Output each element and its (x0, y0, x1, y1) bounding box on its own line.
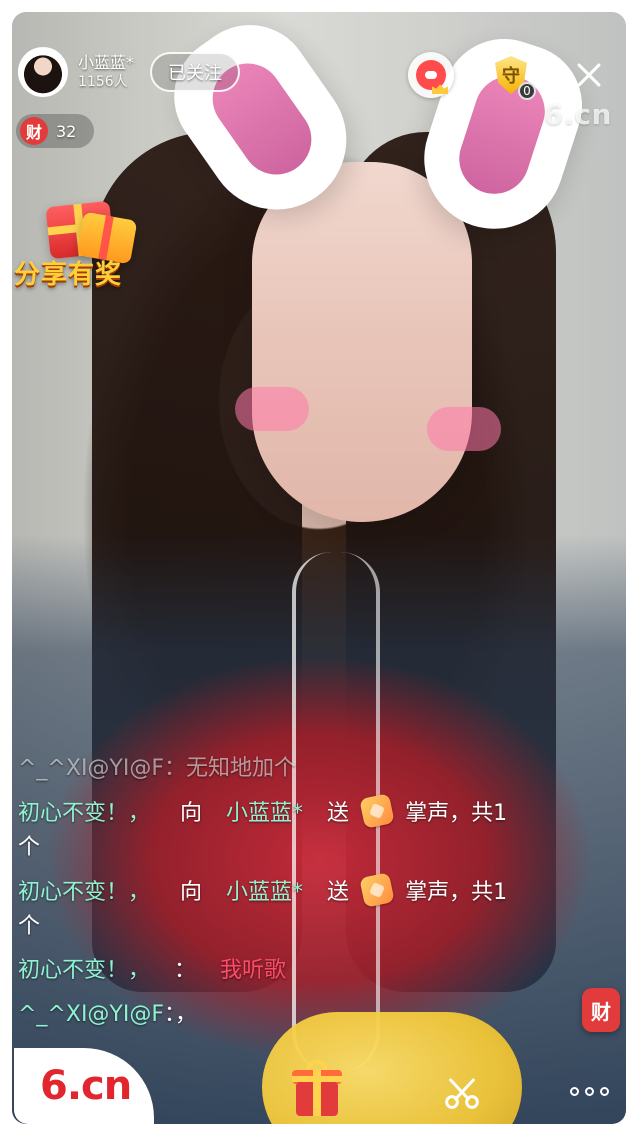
chat-action: 向 (180, 880, 203, 905)
more-button[interactable] (570, 1081, 616, 1101)
live-stream-screen: 小蓝蓝* 1156人 已关注 财 32 分享有奖 守 0 6.cn ^_^XI@… (0, 0, 638, 1136)
side-wealth-button[interactable]: 财 (582, 988, 620, 1032)
streamer-meta: 小蓝蓝* 1156人 (78, 53, 135, 90)
guard-count: 0 (518, 82, 536, 100)
close-button[interactable] (568, 54, 610, 96)
chat-gift-name: 掌声 (405, 801, 450, 826)
chat-text: 我听歌 (220, 958, 287, 983)
chat-separator: ： (174, 958, 197, 983)
scissors-button[interactable] (442, 1072, 482, 1112)
gift-button[interactable] (292, 1060, 342, 1116)
gift-ribbon-horizontal (292, 1076, 342, 1082)
blush-sticker-left (235, 387, 309, 431)
chat-gift-message: 初心不变！， 向 小蓝蓝* 送 掌声，共1 个 (18, 793, 578, 865)
chat-message: ^_^XI@YI@F：无知地加个 (18, 752, 578, 786)
chat-target: 小蓝蓝* (226, 801, 304, 826)
viewer-count: 1156人 (78, 74, 128, 90)
clap-icon (359, 793, 395, 829)
chat-message: 初心不变！， ： 我听歌 (18, 954, 578, 988)
share-reward-banner[interactable]: 分享有奖 (14, 196, 146, 294)
top-right-controls: 守 0 (408, 52, 610, 100)
chat-user: ^_^XI@YI@F (18, 756, 165, 781)
chat-action: 向 (180, 801, 203, 826)
chat-gift-tail: ，共1 (449, 880, 508, 905)
chat-text: 无知地加个 (186, 756, 297, 781)
chat-user: 初心不变！， (18, 880, 151, 905)
chat-verb: 送 (327, 880, 350, 905)
streamer-name: 小蓝蓝* (78, 53, 135, 72)
wealth-count: 32 (56, 121, 77, 141)
more-dot-icon (600, 1086, 609, 1096)
chat-separator: ： (164, 756, 187, 781)
wealth-icon: 财 (20, 117, 48, 145)
chat-user: ^_^XI@YI@F (18, 1002, 165, 1027)
chat-gift-tail: ，共1 (449, 801, 508, 826)
chat-target: 小蓝蓝* (226, 880, 304, 905)
chat-message: ^_^XI@YI@F：， (18, 998, 578, 1032)
streamer-avatar[interactable] (18, 47, 68, 97)
guard-badge[interactable]: 守 0 (488, 52, 536, 100)
chat-gift-message: 初心不变！， 向 小蓝蓝* 送 掌声，共1 个 (18, 872, 578, 944)
chat-separator: ： (164, 1002, 176, 1027)
blush-sticker-right (427, 407, 501, 451)
share-reward-text: 分享有奖 (14, 260, 123, 290)
scissors-icon (445, 1078, 479, 1109)
chat-user: 初心不变！， (18, 801, 151, 826)
close-icon (577, 63, 601, 87)
brand-logo-text: 6.cn (40, 1063, 132, 1109)
video-face (252, 162, 472, 522)
chat-list: ^_^XI@YI@F：无知地加个 初心不变！， 向 小蓝蓝* 送 掌声，共1 个… (18, 752, 578, 1042)
chat-text: ， (175, 1002, 198, 1027)
clap-icon (359, 872, 395, 908)
chat-gift-tail2: 个 (18, 835, 41, 860)
chat-verb: 送 (327, 801, 350, 826)
site-watermark: 6.cn (543, 98, 612, 131)
wealth-badge[interactable]: 财 32 (16, 114, 94, 148)
more-dot-icon (585, 1086, 594, 1096)
rank-face-icon (416, 60, 446, 90)
host-rank-icon[interactable] (408, 52, 454, 98)
more-dot-icon (570, 1086, 579, 1096)
chat-gift-tail2: 个 (18, 914, 41, 939)
follow-button[interactable]: 已关注 (150, 52, 241, 92)
chat-user: 初心不变！， (18, 958, 151, 983)
streamer-header: 小蓝蓝* 1156人 已关注 (18, 46, 241, 98)
chat-gift-name: 掌声 (405, 880, 450, 905)
